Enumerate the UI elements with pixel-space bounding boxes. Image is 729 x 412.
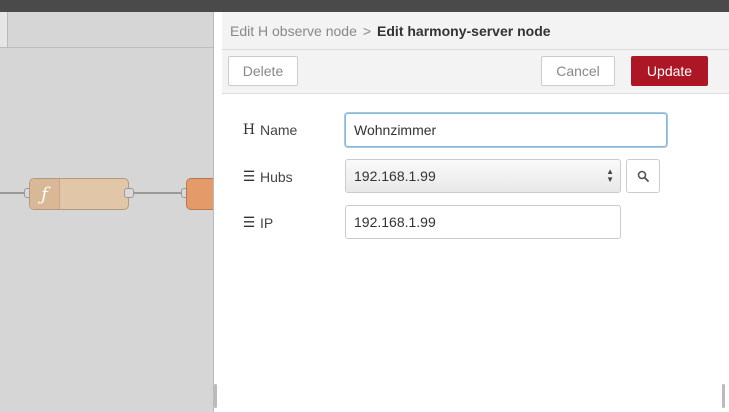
- function-node[interactable]: ƒ: [29, 178, 129, 210]
- ip-label-text: IP: [260, 214, 274, 231]
- name-input[interactable]: Wohnzimmer: [345, 113, 667, 147]
- update-button[interactable]: Update: [631, 56, 708, 86]
- list-icon: ☰: [242, 168, 256, 184]
- tray-scrollbar[interactable]: [722, 384, 725, 408]
- breadcrumb-parent[interactable]: Edit H observe node: [230, 23, 357, 39]
- name-label: H Name: [242, 122, 297, 138]
- name-label-text: Name: [260, 122, 298, 138]
- hubs-selected-value: 192.168.1.99: [354, 168, 436, 184]
- hubs-row: ☰ Hubs 192.168.1.99 ▲ ▼: [222, 159, 722, 193]
- delete-button[interactable]: Delete: [228, 56, 298, 86]
- breadcrumb: Edit H observe node > Edit harmony-serve…: [222, 12, 729, 50]
- function-node-output-port[interactable]: [124, 188, 134, 198]
- hubs-label: ☰ Hubs: [242, 168, 293, 185]
- hubs-search-button[interactable]: [626, 159, 660, 193]
- select-arrows-icon: ▲ ▼: [606, 167, 614, 184]
- workspace-scrollbar[interactable]: [214, 384, 217, 408]
- tag-h-icon: H: [242, 122, 256, 138]
- hubs-label-text: Hubs: [260, 168, 293, 185]
- flow-workspace[interactable]: ƒ: [0, 12, 226, 412]
- workspace-tab-strip: [8, 12, 213, 48]
- ip-input[interactable]: 192.168.1.99: [345, 205, 621, 239]
- search-icon: [637, 170, 649, 182]
- function-icon: ƒ: [30, 179, 60, 209]
- wire-out[interactable]: [134, 192, 182, 194]
- breadcrumb-separator: >: [362, 22, 372, 39]
- top-bar: [0, 0, 729, 12]
- wire-in[interactable]: [0, 192, 26, 194]
- list-icon: ☰: [242, 214, 256, 230]
- workspace-tab[interactable]: [0, 12, 8, 48]
- node-config-form: H Name Wohnzimmer ☰ Hubs 192.168.1.99 ▲ ▼: [222, 94, 722, 412]
- ip-label: ☰ IP: [242, 214, 274, 231]
- breadcrumb-current: Edit harmony-server node: [377, 22, 551, 39]
- edit-tray: Edit H observe node > Edit harmony-serve…: [213, 12, 729, 412]
- tray-toolbar: Delete Cancel Update: [222, 50, 729, 94]
- hubs-select[interactable]: 192.168.1.99 ▲ ▼: [345, 159, 621, 193]
- name-row: H Name Wohnzimmer: [222, 113, 722, 147]
- cancel-button[interactable]: Cancel: [541, 56, 615, 86]
- ip-row: ☰ IP 192.168.1.99: [222, 205, 722, 239]
